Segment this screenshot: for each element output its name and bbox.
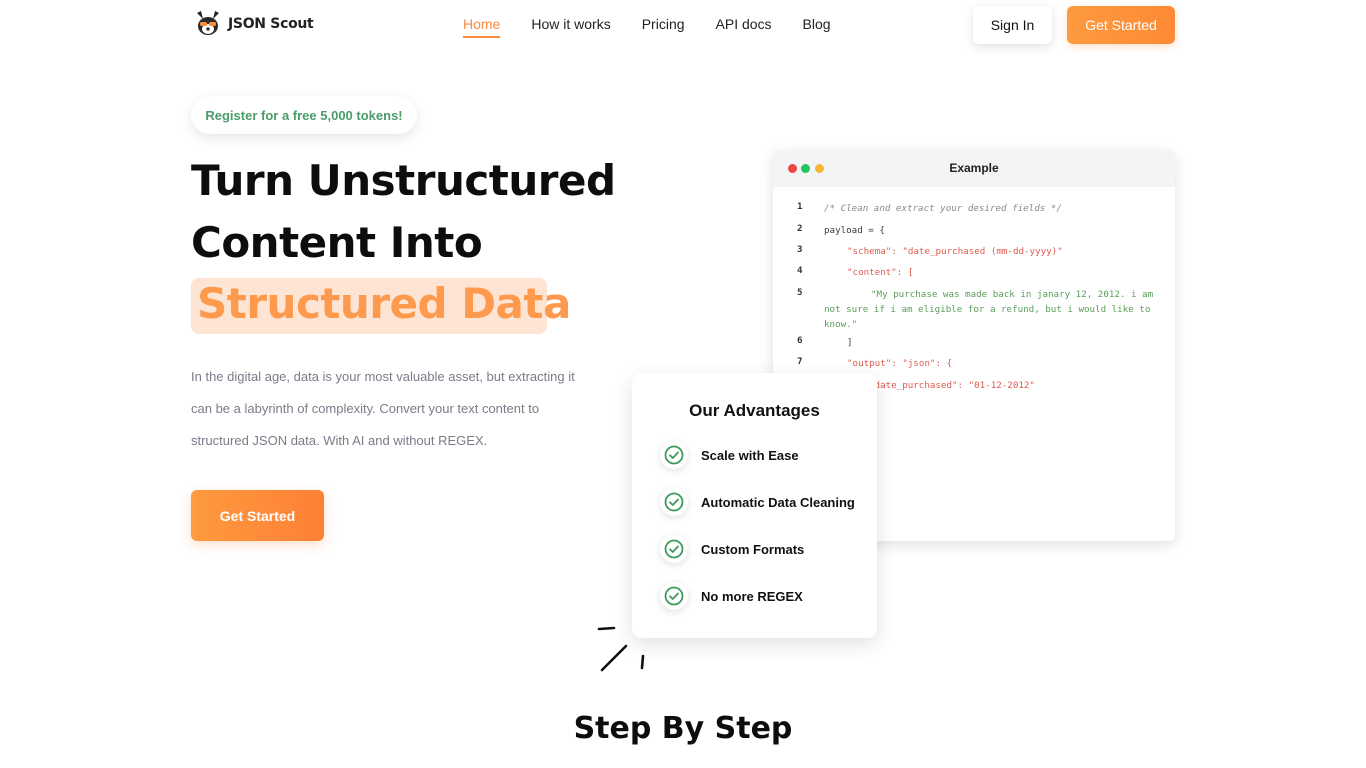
nav-pricing[interactable]: Pricing xyxy=(642,16,685,38)
line-number: 5 xyxy=(797,287,803,298)
line-number: 6 xyxy=(797,335,803,346)
advantages-title: Our Advantages xyxy=(689,401,820,420)
advantage-item: Scale with Ease xyxy=(660,441,799,469)
line-number: 2 xyxy=(797,223,803,234)
advantage-label: Custom Formats xyxy=(701,541,805,557)
logo[interactable]: JSON Scout xyxy=(193,9,314,39)
line-number: 3 xyxy=(797,244,803,255)
promo-badge[interactable]: Register for a free 5,000 tokens! xyxy=(191,96,417,134)
advantage-item: No more REGEX xyxy=(660,582,803,610)
header-get-started-button[interactable]: Get Started xyxy=(1067,6,1175,44)
code-window-header: Example xyxy=(773,150,1175,187)
main-nav: Home How it works Pricing API docs Blog xyxy=(463,16,862,38)
advantage-label: No more REGEX xyxy=(701,588,803,604)
code-text: "date_purchased": "01-12-2012" xyxy=(869,380,1035,391)
sparkle-decoration-icon xyxy=(597,626,645,672)
advantage-label: Automatic Data Cleaning xyxy=(701,494,855,510)
hero-title-highlight: Structured Data xyxy=(197,279,571,328)
line-number: 1 xyxy=(797,201,803,212)
dog-logo-icon xyxy=(197,11,219,35)
nav-blog[interactable]: Blog xyxy=(803,16,831,38)
code-text: payload = { xyxy=(824,225,885,236)
advantages-card: Our Advantages Scale with Ease Automatic… xyxy=(632,373,877,638)
code-text: /* Clean and extract your desired fields… xyxy=(824,203,1062,214)
code-window-title: Example xyxy=(949,161,999,175)
code-text: "content": [ xyxy=(847,267,914,278)
nav-api-docs[interactable]: API docs xyxy=(716,16,772,38)
step-by-step-heading: Step By Step xyxy=(573,711,793,746)
hero-title-line-2: Content Into xyxy=(191,218,483,267)
advantage-item: Custom Formats xyxy=(660,535,804,563)
sign-in-button[interactable]: Sign In xyxy=(973,6,1052,44)
line-number: 7 xyxy=(797,356,803,367)
advantage-label: Scale with Ease xyxy=(701,447,799,463)
code-text: "output": "json": { xyxy=(847,358,953,369)
check-circle-icon xyxy=(660,535,688,563)
check-circle-icon xyxy=(660,488,688,516)
nav-home[interactable]: Home xyxy=(463,16,501,38)
brand-name: JSON Scout xyxy=(228,16,314,32)
check-circle-icon xyxy=(660,441,688,469)
hero-get-started-button[interactable]: Get Started xyxy=(191,490,324,541)
code-text: "My purchase was made back in janary 12,… xyxy=(824,289,1154,330)
hero-title-line-1: Turn Unstructured xyxy=(191,156,616,205)
advantage-item: Automatic Data Cleaning xyxy=(660,488,855,516)
code-text: "schema": "date_purchased (mm-dd-yyyy)" xyxy=(847,246,1063,257)
check-circle-icon xyxy=(660,582,688,610)
hero-description: In the digital age, data is your most va… xyxy=(191,369,575,448)
code-text: ] xyxy=(847,337,853,348)
nav-how-it-works[interactable]: How it works xyxy=(531,16,610,38)
line-number: 4 xyxy=(797,265,803,276)
